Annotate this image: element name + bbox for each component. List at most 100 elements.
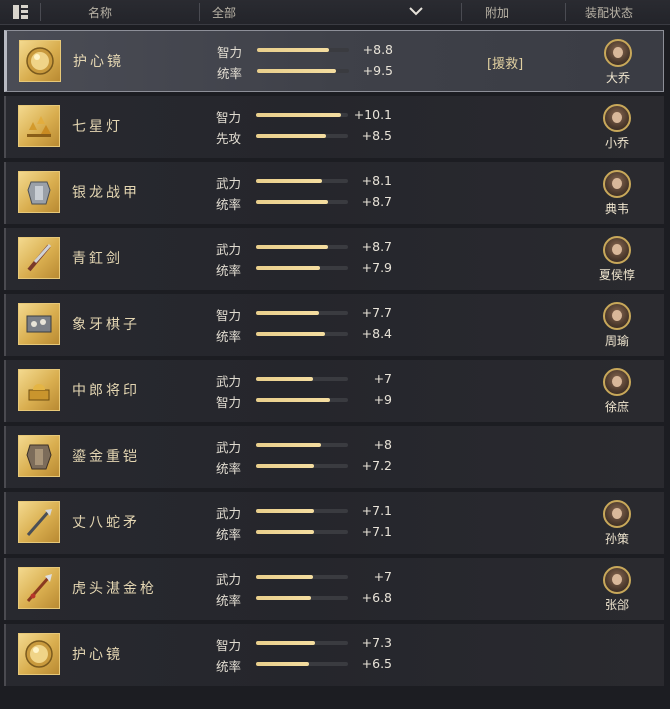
stat-line: 武力 +8.7 — [216, 239, 396, 257]
hero-name: 典韦 — [604, 202, 629, 216]
equipment-row[interactable]: 象牙棋子 智力 +7.7 统率 +8.4 周瑜 — [4, 294, 664, 356]
hero-name: 孙策 — [604, 532, 629, 546]
stat-bar — [256, 662, 348, 666]
header-name[interactable]: 名称 — [88, 4, 112, 21]
spear-icon — [26, 509, 52, 536]
stat-value: +7 — [373, 569, 392, 584]
equipment-row[interactable]: 护心镜 智力 +8.8 统率 +9.5 [援救] 大乔 — [4, 30, 664, 92]
chevron-down-icon[interactable] — [409, 7, 423, 16]
stat-bar-fill — [256, 530, 314, 534]
header-status[interactable]: 装配状态 — [585, 4, 633, 21]
stat-bar-fill — [256, 398, 330, 402]
stat-bar — [256, 398, 348, 402]
stat-line: 统率 +8.4 — [216, 326, 396, 344]
list-header: 名称 全部 附加 装配状态 — [0, 0, 670, 25]
stat-value: +7.9 — [361, 260, 392, 275]
stat-bar — [256, 245, 348, 249]
stat-bar — [256, 332, 348, 336]
stat-bar — [256, 509, 348, 513]
hero-avatar[interactable] — [604, 39, 632, 67]
stat-line: 统率 +9.5 — [217, 63, 397, 81]
stat-value: +6.5 — [361, 656, 392, 671]
stat-value: +8.4 — [361, 326, 392, 341]
stat-bar — [256, 596, 348, 600]
mirror-icon — [25, 640, 53, 668]
hero-avatar[interactable] — [603, 104, 631, 132]
hero-avatar[interactable] — [603, 302, 631, 330]
stat-line: 统率 +6.5 — [216, 656, 396, 674]
stat-label: 统率 — [216, 197, 242, 212]
item-name: 七星灯 — [72, 119, 123, 135]
equipment-row[interactable]: 七星灯 智力 +10.1 先攻 +8.5 小乔 — [4, 96, 664, 158]
stat-line: 智力 +10.1 — [216, 107, 396, 125]
armor-icon — [27, 181, 51, 205]
equipment-row[interactable]: 丈八蛇矛 武力 +7.1 统率 +7.1 孙策 — [4, 492, 664, 554]
stat-bar — [257, 69, 349, 73]
hero-name: 周瑜 — [604, 334, 629, 348]
extra-skill[interactable]: [援救] — [487, 53, 523, 72]
stat-bar-fill — [256, 266, 320, 270]
stat-label: 智力 — [216, 110, 242, 125]
hero-name: 小乔 — [604, 136, 629, 150]
header-filter[interactable]: 全部 — [212, 4, 236, 21]
stat-bar-fill — [256, 200, 328, 204]
item-thumbnail — [19, 40, 61, 82]
stat-value: +6.8 — [361, 590, 392, 605]
hero-avatar[interactable] — [603, 170, 631, 198]
stat-value: +9 — [373, 392, 392, 407]
stat-value: +10.1 — [353, 107, 392, 122]
item-thumbnail — [18, 567, 60, 609]
stat-bar — [256, 575, 348, 579]
equipment-row[interactable]: 鎏金重铠 武力 +8 统率 +7.2 — [4, 426, 664, 488]
stat-bar — [256, 179, 348, 183]
stat-label: 智力 — [216, 308, 242, 323]
stat-bar-fill — [256, 311, 319, 315]
hero-name: 徐庶 — [604, 400, 629, 414]
stat-line: 智力 +8.8 — [217, 42, 397, 60]
stat-label: 武力 — [216, 242, 242, 257]
stat-line: 先攻 +8.5 — [216, 128, 396, 146]
stat-value: +8 — [373, 437, 392, 452]
stat-label: 武力 — [216, 374, 242, 389]
stat-bar-fill — [256, 596, 311, 600]
stat-bar — [256, 530, 348, 534]
stat-value: +8.7 — [361, 239, 392, 254]
equipment-row[interactable]: 护心镜 智力 +7.3 统率 +6.5 — [4, 624, 664, 686]
equipment-row[interactable]: 银龙战甲 武力 +8.1 统率 +8.7 典韦 — [4, 162, 664, 224]
layout-grid-icon[interactable] — [13, 5, 29, 19]
equipment-row[interactable]: 青釭剑 武力 +8.7 统率 +7.9 夏侯惇 — [4, 228, 664, 290]
item-name: 中郎将印 — [72, 383, 140, 399]
stat-line: 武力 +7.1 — [216, 503, 396, 521]
stat-line: 武力 +7 — [216, 569, 396, 587]
item-thumbnail — [18, 633, 60, 675]
stat-label: 统率 — [216, 329, 242, 344]
stat-bar-fill — [256, 443, 321, 447]
hero-name: 张郃 — [604, 598, 629, 612]
header-extra[interactable]: 附加 — [485, 4, 509, 21]
item-thumbnail — [18, 105, 60, 147]
hero-avatar[interactable] — [603, 368, 631, 396]
stat-line: 统率 +6.8 — [216, 590, 396, 608]
header-divider — [461, 3, 462, 21]
chess-icon — [26, 315, 52, 333]
header-divider — [40, 3, 41, 21]
hero-avatar[interactable] — [603, 500, 631, 528]
stat-value: +7.1 — [361, 524, 392, 539]
stat-bar — [256, 200, 348, 204]
stat-bar — [256, 464, 348, 468]
stat-label: 武力 — [216, 440, 242, 455]
equipment-row[interactable]: 虎头湛金枪 武力 +7 统率 +6.8 张郃 — [4, 558, 664, 620]
stat-label: 统率 — [216, 263, 242, 278]
stat-bar — [256, 443, 348, 447]
stat-bar-fill — [256, 575, 313, 579]
stat-label: 武力 — [216, 572, 242, 587]
stat-value: +8.5 — [361, 128, 392, 143]
stat-bar — [256, 113, 348, 117]
equipment-row[interactable]: 中郎将印 武力 +7 智力 +9 徐庶 — [4, 360, 664, 422]
stat-line: 武力 +8.1 — [216, 173, 396, 191]
stat-value: +7.3 — [361, 635, 392, 650]
hero-avatar[interactable] — [603, 236, 631, 264]
hero-avatar[interactable] — [603, 566, 631, 594]
stat-bar-fill — [256, 113, 341, 117]
item-name: 护心镜 — [73, 54, 124, 70]
